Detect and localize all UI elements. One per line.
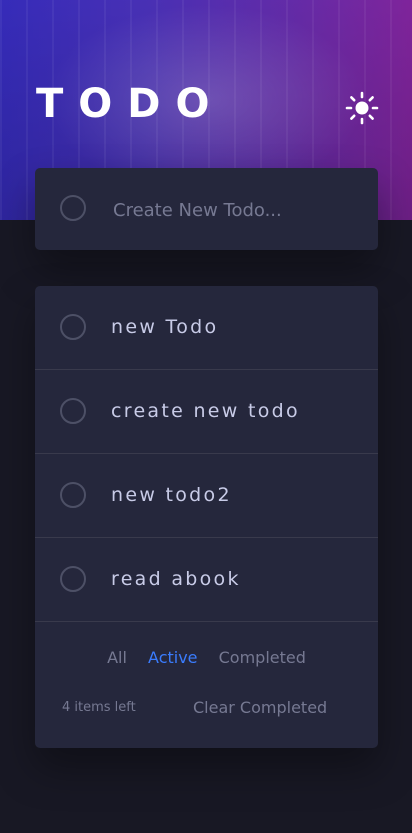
- todo-text: create new todo: [111, 400, 300, 422]
- todo-checkbox[interactable]: [60, 566, 86, 592]
- todo-checkbox[interactable]: [60, 398, 86, 424]
- new-todo-checkbox[interactable]: [60, 195, 86, 221]
- todo-item[interactable]: read abook: [35, 538, 378, 622]
- todo-item[interactable]: new Todo: [35, 286, 378, 370]
- filter-all[interactable]: All: [107, 648, 127, 667]
- todo-list: new Todo create new todo new todo2 read …: [35, 286, 378, 748]
- todo-text: new Todo: [111, 316, 219, 338]
- filter-bar: All Active Completed: [35, 648, 378, 667]
- clear-completed-button[interactable]: Clear Completed: [193, 698, 327, 717]
- page-title: TODO: [36, 81, 225, 127]
- new-todo-card: [35, 168, 378, 250]
- filter-completed[interactable]: Completed: [219, 648, 306, 667]
- todo-text: new todo2: [111, 484, 232, 506]
- todo-text: read abook: [111, 568, 241, 590]
- todo-item[interactable]: create new todo: [35, 370, 378, 454]
- filter-active[interactable]: Active: [148, 648, 198, 667]
- new-todo-input[interactable]: [111, 190, 365, 230]
- todo-checkbox[interactable]: [60, 314, 86, 340]
- sun-icon: [345, 91, 379, 125]
- todo-item[interactable]: new todo2: [35, 454, 378, 538]
- todo-checkbox[interactable]: [60, 482, 86, 508]
- theme-toggle-button[interactable]: [344, 90, 380, 126]
- items-left-count: 4 items left: [62, 700, 136, 715]
